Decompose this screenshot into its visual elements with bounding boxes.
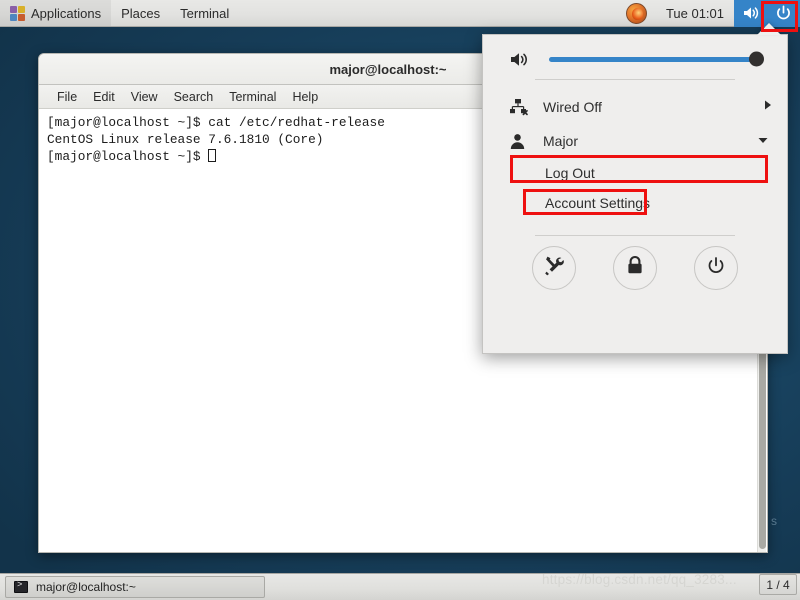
- applications-menu-label: Applications: [31, 5, 102, 21]
- system-status-menu: Wired Off Major Log Out Account Settings: [482, 34, 788, 354]
- power-button[interactable]: [694, 246, 739, 290]
- system-menu-pointer: [757, 23, 781, 35]
- user-name-label: Major: [543, 133, 579, 149]
- quick-action-buttons: [483, 236, 787, 290]
- places-menu[interactable]: Places: [111, 0, 170, 26]
- power-icon: [775, 5, 792, 22]
- menu-search[interactable]: Search: [166, 88, 222, 106]
- settings-button[interactable]: [531, 246, 576, 290]
- applications-grid-icon: [10, 5, 25, 21]
- terminal-window-title: major@localhost:~: [329, 61, 447, 77]
- power-icon: [706, 256, 726, 281]
- top-panel: Applications Places Terminal Tue 01:01: [0, 0, 800, 27]
- user-row[interactable]: Major: [483, 124, 787, 158]
- bottom-taskbar: major@localhost:~: [0, 573, 800, 600]
- menu-terminal[interactable]: Terminal: [221, 88, 284, 106]
- volume-high-icon: [509, 51, 535, 68]
- firefox-icon[interactable]: [625, 2, 647, 24]
- wired-disconnected-icon: [509, 98, 535, 116]
- menu-edit[interactable]: Edit: [85, 88, 123, 106]
- terminal-icon: [14, 580, 28, 593]
- tools-icon: [543, 255, 565, 282]
- active-window-menu[interactable]: Terminal: [170, 0, 239, 26]
- volume-high-icon: [742, 5, 760, 21]
- desktop-stray-text: s: [771, 514, 777, 528]
- menu-view[interactable]: View: [123, 88, 166, 106]
- account-settings-item[interactable]: Account Settings: [483, 188, 787, 218]
- lock-button[interactable]: [612, 246, 657, 290]
- terminal-line: [major@localhost ~]$ cat /etc/redhat-rel…: [47, 115, 385, 130]
- taskbar-window-label: major@localhost:~: [36, 580, 136, 594]
- network-row[interactable]: Wired Off: [483, 90, 787, 124]
- terminal-line: [major@localhost ~]$: [47, 149, 209, 164]
- places-menu-label: Places: [121, 5, 161, 21]
- clock-button[interactable]: Tue 01:01: [656, 0, 734, 26]
- active-window-label: Terminal: [180, 5, 230, 21]
- applications-menu[interactable]: Applications: [0, 0, 112, 26]
- clock-label: Tue 01:01: [665, 5, 724, 21]
- menu-divider-1: [483, 79, 787, 80]
- menu-file[interactable]: File: [49, 88, 85, 106]
- terminal-line: CentOS Linux release 7.6.1810 (Core): [47, 132, 324, 147]
- log-out-label: Log Out: [545, 165, 595, 181]
- chevron-down-icon: [757, 132, 769, 150]
- account-settings-label: Account Settings: [545, 195, 651, 211]
- taskbar-window-button[interactable]: major@localhost:~: [5, 576, 265, 598]
- volume-slider-row[interactable]: [483, 35, 787, 79]
- chevron-right-icon: [763, 98, 773, 116]
- workspace-label: 1 / 4: [766, 577, 790, 592]
- user-icon: [509, 133, 535, 150]
- network-label: Wired Off: [543, 99, 602, 115]
- workspace-switcher[interactable]: 1 / 4: [759, 574, 797, 595]
- menu-help[interactable]: Help: [284, 88, 326, 106]
- terminal-cursor: [208, 149, 217, 162]
- log-out-item[interactable]: Log Out: [483, 158, 787, 188]
- volume-slider-handle[interactable]: [749, 51, 764, 67]
- lock-icon: [625, 255, 645, 281]
- volume-slider[interactable]: [549, 51, 764, 67]
